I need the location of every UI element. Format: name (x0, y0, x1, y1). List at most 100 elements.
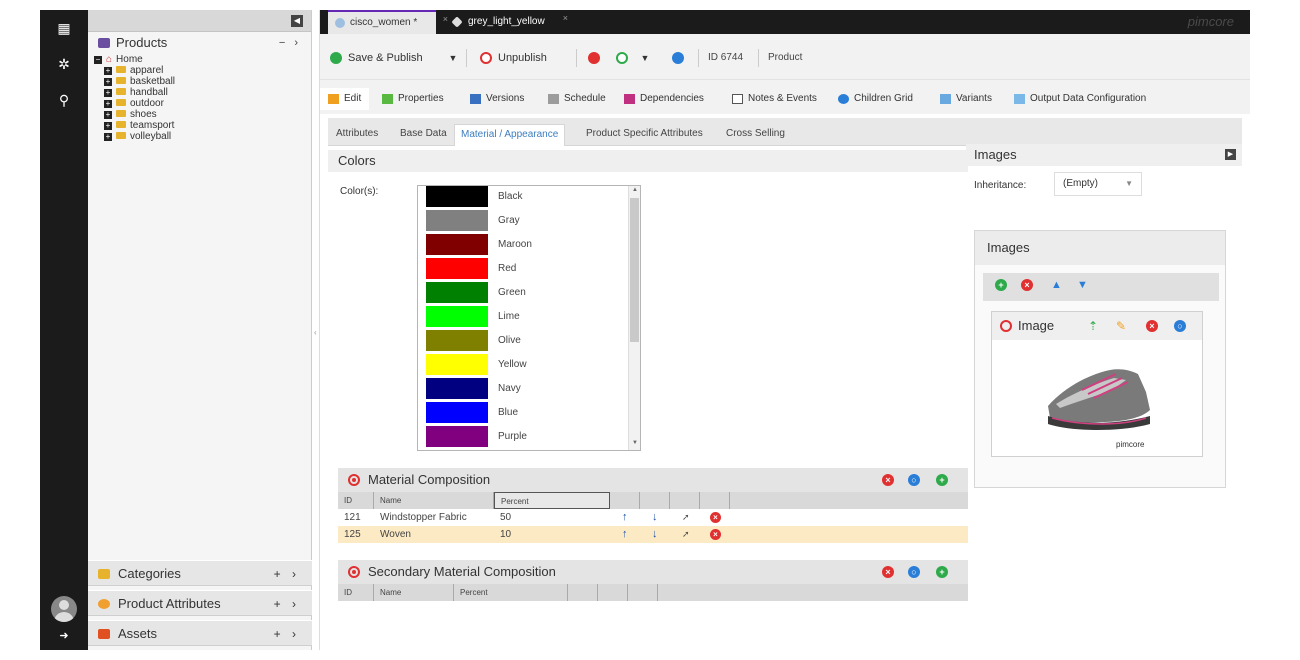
tab-variants[interactable]: Variants (940, 88, 992, 110)
table-row[interactable]: 125 Woven 10 ↑ ↓ ➚ × (338, 526, 968, 543)
colors-scrollbar[interactable]: ▲ ▼ (628, 186, 640, 450)
table-row[interactable]: 121 Windstopper Fabric 50 ↑ ↓ ➚ × (338, 509, 968, 526)
delete-button[interactable] (588, 47, 600, 69)
assets-accordion[interactable]: Assets + › (88, 620, 312, 646)
scroll-down-icon[interactable]: ▼ (632, 440, 638, 446)
grid-icon[interactable]: ▦ (54, 18, 74, 38)
categories-tools[interactable]: + › (274, 561, 300, 587)
column-percent[interactable]: Percent (494, 492, 610, 509)
product-attributes-tools[interactable]: + › (274, 591, 300, 617)
tab-output-data-configuration[interactable]: Output Data Configuration (1014, 88, 1146, 110)
search-icon[interactable]: ○ (1174, 320, 1186, 332)
colors-multiselect[interactable]: Black Gray Maroon Red Green Lime Olive Y… (417, 185, 641, 451)
tree-node-handball[interactable]: + handball (104, 87, 311, 98)
reload-button[interactable] (616, 47, 628, 69)
info-button[interactable] (672, 47, 684, 69)
tab-versions[interactable]: Versions (470, 88, 524, 110)
column-name[interactable]: Name (374, 584, 454, 601)
delete-icon[interactable]: × (1021, 279, 1033, 291)
open-icon[interactable]: ➚ (682, 509, 690, 526)
pencil-icon[interactable]: ✎ (1116, 312, 1126, 340)
product-image[interactable] (1042, 360, 1154, 440)
open-icon[interactable]: ➚ (682, 526, 690, 543)
tree-node-shoes[interactable]: + shoes (104, 109, 311, 120)
tab-properties[interactable]: Properties (382, 88, 444, 110)
upload-icon[interactable]: ⇡ (1088, 312, 1098, 340)
chevron-down-icon[interactable]: ▼ (1077, 279, 1088, 291)
expand-icon[interactable]: + (104, 89, 112, 97)
move-down-icon[interactable]: ↓ (652, 526, 658, 543)
logout-icon[interactable]: ➜ (54, 626, 74, 646)
tab-cisco-women[interactable]: cisco_women * × (328, 10, 448, 34)
expand-icon[interactable]: + (104, 78, 112, 86)
add-icon[interactable]: + (995, 279, 1007, 291)
categories-accordion[interactable]: Categories + › (88, 560, 312, 586)
tab-dependencies[interactable]: Dependencies (624, 88, 704, 110)
tree-node-home[interactable]: − ⌂ Home (94, 54, 311, 65)
tab-children-grid[interactable]: Children Grid (838, 88, 913, 110)
products-tools[interactable]: − › (279, 32, 301, 54)
move-up-icon[interactable]: ↑ (622, 509, 628, 526)
tab-grey-light-yellow[interactable]: grey_light_yellow × (446, 10, 568, 34)
subtab-product-specific-attributes[interactable]: Product Specific Attributes (586, 124, 703, 146)
scroll-up-icon[interactable]: ▲ (632, 187, 638, 193)
remove-icon[interactable]: × (710, 529, 721, 540)
color-option[interactable]: Green (426, 282, 636, 304)
color-option[interactable]: Blue (426, 402, 636, 424)
inheritance-select[interactable]: (Empty) ▼ (1054, 172, 1142, 196)
tree-node-teamsport[interactable]: + teamsport (104, 120, 311, 131)
color-option[interactable]: Black (426, 186, 636, 208)
subtab-cross-selling[interactable]: Cross Selling (726, 124, 785, 146)
splitter-arrow-icon[interactable]: ‹ (314, 328, 317, 337)
avatar[interactable] (51, 596, 77, 622)
chevron-up-icon[interactable]: ▲ (1051, 279, 1062, 291)
expand-icon[interactable]: + (104, 100, 112, 108)
tree-node-volleyball[interactable]: + volleyball (104, 131, 311, 142)
add-icon[interactable]: + (936, 474, 948, 486)
tab-notes-events[interactable]: Notes & Events (732, 88, 817, 110)
add-icon[interactable]: + (936, 566, 948, 578)
color-option[interactable]: Olive (426, 330, 636, 352)
product-attributes-accordion[interactable]: Product Attributes + › (88, 590, 312, 616)
tree-node-apparel[interactable]: + apparel (104, 65, 311, 76)
remove-icon[interactable]: × (710, 512, 721, 523)
expand-icon[interactable]: + (104, 111, 112, 119)
move-down-icon[interactable]: ↓ (652, 509, 658, 526)
collapse-panel-icon[interactable]: ◀ (291, 15, 303, 27)
color-option[interactable]: Yellow (426, 354, 636, 376)
expand-icon[interactable]: + (104, 122, 112, 130)
close-tab-icon[interactable]: × (563, 10, 568, 30)
color-option[interactable]: Maroon (426, 234, 636, 256)
color-option[interactable]: Red (426, 258, 636, 280)
assets-tools[interactable]: + › (274, 621, 300, 647)
gear-icon[interactable]: ✲ (54, 54, 74, 74)
column-percent[interactable]: Percent (454, 584, 568, 601)
reload-options-dropdown[interactable]: ▼ (638, 47, 652, 69)
clear-icon[interactable]: × (1146, 320, 1158, 332)
clear-icon[interactable]: × (882, 566, 894, 578)
save-publish-button[interactable]: Save & Publish (330, 47, 423, 69)
subtab-base-data[interactable]: Base Data (400, 124, 447, 146)
unpublish-button[interactable]: Unpublish (480, 47, 547, 69)
color-option[interactable]: Gray (426, 210, 636, 232)
column-id[interactable]: ID (338, 584, 374, 601)
expand-icon[interactable]: + (104, 133, 112, 141)
search-icon[interactable]: ○ (908, 566, 920, 578)
column-name[interactable]: Name (374, 492, 494, 509)
tab-edit[interactable]: Edit (320, 88, 370, 110)
search-icon[interactable]: ○ (908, 474, 920, 486)
collapse-icon[interactable]: − (94, 56, 102, 64)
column-id[interactable]: ID (338, 492, 374, 509)
tree-node-basketball[interactable]: + basketball (104, 76, 311, 87)
move-up-icon[interactable]: ↑ (622, 526, 628, 543)
subtab-attributes[interactable]: Attributes (336, 124, 378, 146)
clear-icon[interactable]: × (882, 474, 894, 486)
collapse-panel-icon[interactable]: ▶ (1225, 149, 1236, 160)
products-accordion-header[interactable]: Products − › (88, 32, 311, 54)
tree-node-outdoor[interactable]: + outdoor (104, 98, 311, 109)
panel-splitter[interactable]: ‹ (312, 10, 320, 650)
expand-icon[interactable]: + (104, 67, 112, 75)
color-option[interactable]: Navy (426, 378, 636, 400)
save-options-dropdown[interactable]: ▼ (446, 47, 460, 69)
color-option[interactable]: Purple (426, 426, 636, 448)
